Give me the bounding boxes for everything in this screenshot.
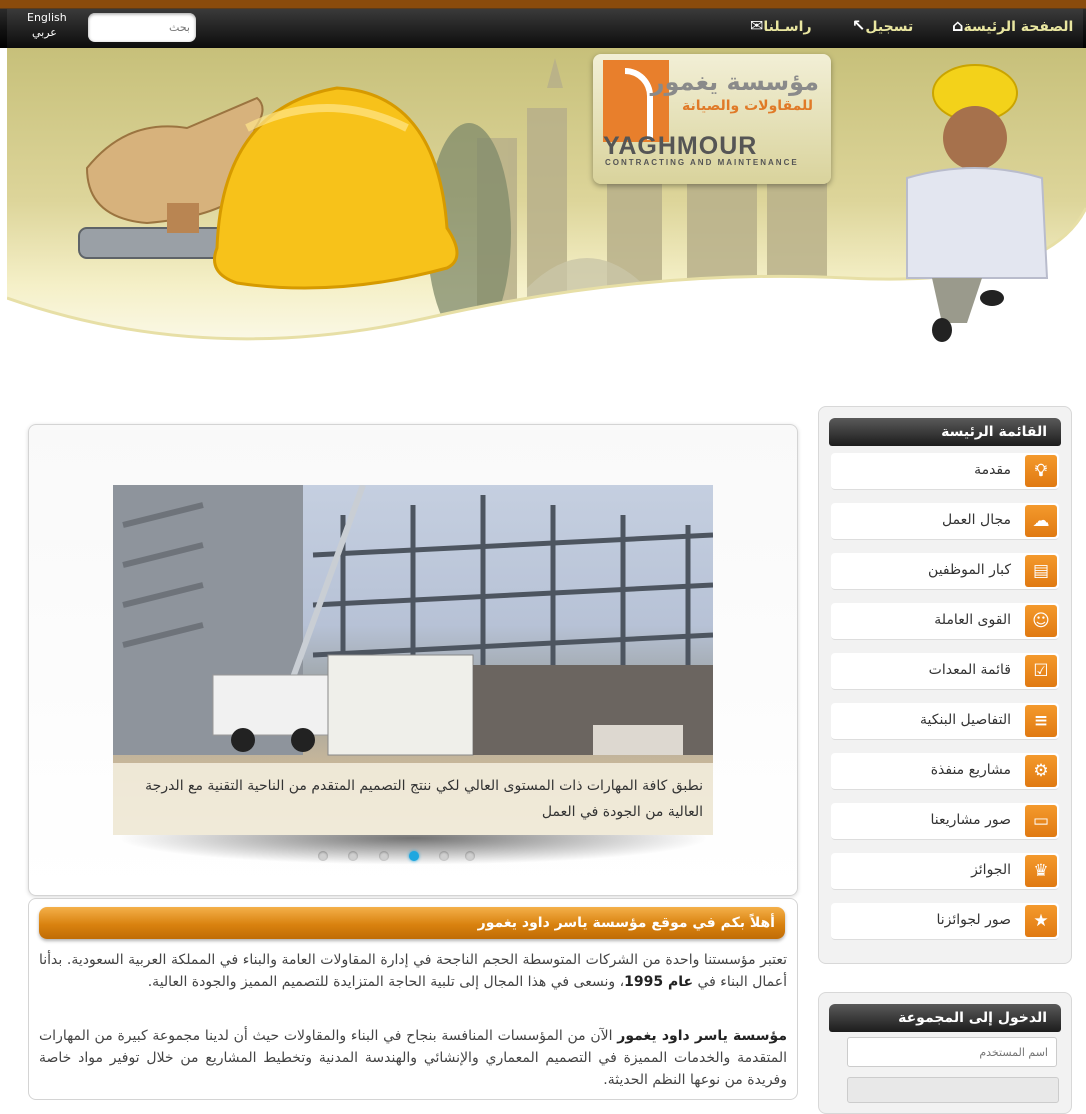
slider-dot-5[interactable] [439,851,449,861]
menu-item-label: القوى العاملة [934,612,1011,628]
lightbulb-icon: 💡︎ [1025,455,1057,487]
article-paragraph-1: تعتبر مؤسستنا واحدة من الشركات المتوسطة … [39,949,787,993]
menu-item-label: مشاريع منفذة [930,762,1011,778]
top-navigation-bar: الصفحة الرئيسة⌂ تسجيل↖ راسـلنا✉ English … [0,0,1086,48]
slider-dot-2[interactable] [348,851,358,861]
menu-item-awards[interactable]: الجوائز ♛ [831,853,1059,890]
logo-name-ar: مؤسسة يغمور [650,68,819,96]
id-card-icon: ▤ [1025,555,1057,587]
picture-icon: ▭ [1025,805,1057,837]
nav-register-label: تسجيل [865,19,914,35]
menu-item-field-of-work[interactable]: مجال العمل ☁ [831,503,1059,540]
slide-image[interactable]: نطبق كافة المهارات ذات المستوى العالي لك… [113,485,713,835]
slider-dot-1[interactable] [318,851,328,861]
paragraph-2-bold: مؤسسة ياسر داود يغمور [617,1028,787,1044]
slider-dot-6[interactable] [465,851,475,861]
bars-icon: ≡ [1025,705,1057,737]
menu-item-introduction[interactable]: مقدمة 💡︎ [831,453,1059,490]
stars-icon: ★ [1025,905,1057,937]
paragraph-1-text-b: ، ونسعى في هذا المجال إلى تلبية الحاجة ا… [147,974,625,990]
menu-item-label: مجال العمل [941,512,1011,528]
search-box [88,13,196,42]
logo-tagline-en: CONTRACTING AND MAINTENANCE [605,158,799,167]
menu-item-bank-details[interactable]: التفاصيل البنكية ≡ [831,703,1059,740]
password-field[interactable] [847,1077,1059,1103]
nav-contact-label: راسـلنا [763,19,812,35]
main-menu-title: القائمة الرئيسة [829,418,1061,446]
menu-item-label: قائمة المعدات [928,662,1011,678]
nav-home-link[interactable]: الصفحة الرئيسة⌂ [948,16,1073,35]
company-logo[interactable]: مؤسسة يغمور للمقاولات والصيانة YAGHMOUR … [593,54,831,184]
nav-contact-link[interactable]: راسـلنا✉ [746,16,812,35]
login-title: الدخول إلى المجموعة [829,1004,1061,1032]
menu-item-label: كبار الموظفين [928,562,1011,578]
menu-item-label: مقدمة [974,462,1011,478]
username-field[interactable] [847,1037,1057,1067]
slider-dot-3[interactable] [379,851,389,861]
search-input[interactable] [92,13,192,42]
menu-item-completed-projects[interactable]: مشاريع منفذة ⚙ [831,753,1059,790]
slide-caption: نطبق كافة المهارات ذات المستوى العالي لك… [113,763,713,835]
menu-item-label: صور مشاريعنا [930,812,1012,828]
users-icon: ☺ [1025,605,1057,637]
main-menu-panel: القائمة الرئيسة مقدمة 💡︎ مجال العمل ☁ كب… [818,406,1072,964]
welcome-article: أهلاً بكم في موقع مؤسسة ياسر داود يغمور … [28,898,798,1100]
mail-icon: ✉ [750,16,764,35]
nav-register-link[interactable]: تسجيل↖ [848,16,913,35]
menu-item-equipment-list[interactable]: قائمة المعدات ☑ [831,653,1059,690]
menu-item-workforce[interactable]: القوى العاملة ☺ [831,603,1059,640]
paragraph-1-bold: عام 1995 [624,974,694,990]
chat-icon: ☁ [1025,505,1057,537]
login-panel: الدخول إلى المجموعة [818,992,1072,1114]
gear-icon: ⚙ [1025,755,1057,787]
home-icon: ⌂ [952,16,964,35]
cursor-icon: ↖ [852,16,866,35]
header-banner: مؤسسة يغمور للمقاولات والصيانة YAGHMOUR … [7,48,1086,388]
article-title: أهلاً بكم في موقع مؤسسة ياسر داود يغمور [39,907,785,939]
menu-item-senior-staff[interactable]: كبار الموظفين ▤ [831,553,1059,590]
slider-dot-4[interactable] [409,851,419,861]
menu-item-award-photos[interactable]: صور لجوائزنا ★ [831,903,1059,940]
logo-tagline-ar: للمقاولات والصيانة [681,98,813,114]
menu-item-label: التفاصيل البنكية [920,712,1011,728]
banner-illustration [7,58,1086,388]
menu-item-label: الجوائز [971,862,1011,878]
lang-arabic-link[interactable]: عربي [32,26,57,39]
menu-item-project-photos[interactable]: صور مشاريعنا ▭ [831,803,1059,840]
lang-english-link[interactable]: English [27,11,67,24]
logo-name-en: YAGHMOUR [603,132,758,160]
slider-panel: نطبق كافة المهارات ذات المستوى العالي لك… [28,424,798,896]
checklist-icon: ☑ [1025,655,1057,687]
article-paragraph-2: مؤسسة ياسر داود يغمور الآن من المؤسسات ا… [39,1025,787,1091]
medal-icon: ♛ [1025,855,1057,887]
nav-home-label: الصفحة الرئيسة [963,19,1074,35]
menu-item-label: صور لجوائزنا [936,912,1011,928]
